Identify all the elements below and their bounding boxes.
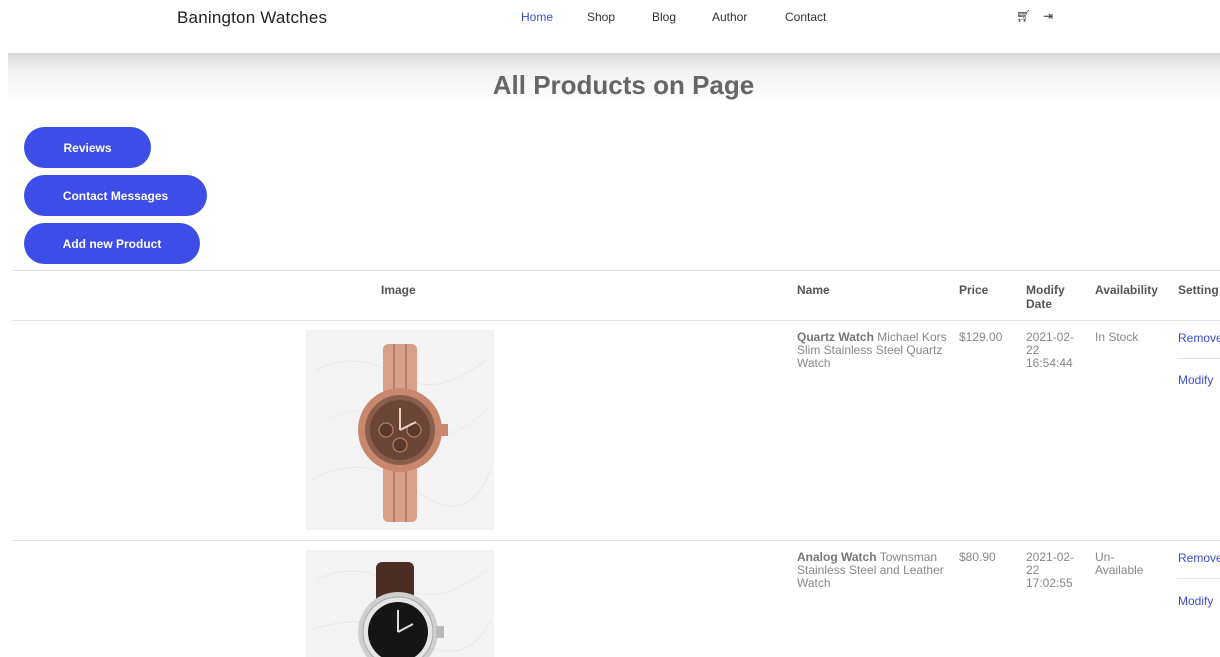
table-top-rule: [12, 270, 1220, 271]
modify-link[interactable]: Modify: [1178, 594, 1213, 608]
add-product-button[interactable]: Add new Product: [24, 223, 200, 264]
product-modify-date: 2021-02-22 17:02:55: [1026, 550, 1075, 590]
product-price: $129.00: [959, 330, 1003, 344]
page-title: All Products on Page: [492, 70, 755, 100]
nav-shop[interactable]: Shop: [587, 10, 615, 24]
nav-contact[interactable]: Contact: [785, 10, 826, 24]
settings-divider: [1177, 358, 1220, 359]
col-header-settings: Setting: [1178, 283, 1219, 297]
col-header-modify-date: Modify Date: [1026, 283, 1065, 311]
col-header-availability: Availability: [1095, 283, 1158, 297]
col-header-price: Price: [959, 283, 989, 297]
product-image[interactable]: [306, 550, 494, 657]
remove-link[interactable]: Remove: [1178, 551, 1220, 565]
modify-link[interactable]: Modify: [1178, 373, 1213, 387]
product-availability: In Stock: [1095, 330, 1139, 344]
product-image[interactable]: [306, 330, 494, 530]
col-header-image: Image: [381, 283, 416, 297]
product-name-title: Quartz Watch: [797, 330, 874, 344]
black-leather-watch-icon: [306, 550, 494, 657]
rose-gold-watch-icon: [306, 330, 494, 530]
product-name-cell: Quartz Watch Michael Kors Slim Stainless…: [797, 331, 947, 370]
site-brand[interactable]: Banington Watches: [177, 8, 327, 28]
contact-messages-button[interactable]: Contact Messages: [24, 175, 207, 216]
nav-blog[interactable]: Blog: [652, 10, 676, 24]
cart-icon[interactable]: 🛒︎: [1016, 9, 1031, 23]
settings-divider: [1177, 578, 1220, 579]
product-availability: Un-Available: [1095, 550, 1144, 577]
product-price: $80.90: [959, 550, 996, 564]
product-name-title: Analog Watch: [797, 550, 877, 564]
col-header-name: Name: [797, 283, 830, 297]
header-rule: [12, 320, 1220, 321]
login-arrow-icon[interactable]: ⇥: [1043, 9, 1053, 23]
remove-link[interactable]: Remove: [1178, 331, 1220, 345]
nav-author[interactable]: Author: [712, 10, 747, 24]
product-modify-date: 2021-02-22 16:54:44: [1026, 330, 1075, 370]
product-name-cell: Analog Watch Townsman Stainless Steel an…: [797, 551, 947, 590]
top-navbar: Banington Watches Home Shop Blog Author …: [0, 0, 1220, 40]
nav-home[interactable]: Home: [521, 10, 553, 24]
row-rule: [12, 540, 1220, 541]
reviews-button[interactable]: Reviews: [24, 127, 151, 168]
